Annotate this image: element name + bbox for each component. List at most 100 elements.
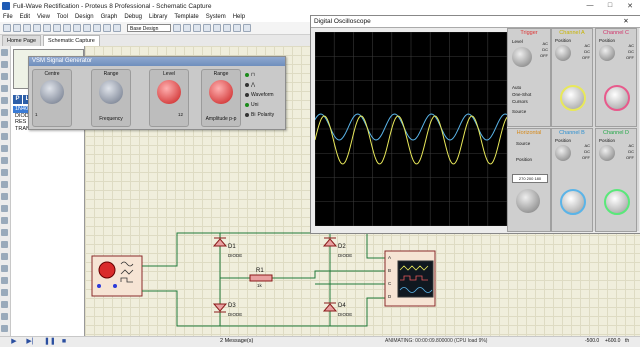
menu-view[interactable]: View [37, 14, 50, 20]
oscilloscope-window[interactable]: Digital Oscilloscope ✕ Trigger Level Aut… [310, 15, 640, 234]
menu-help[interactable]: Help [233, 14, 245, 20]
save-icon[interactable] [23, 24, 31, 32]
minimize-button[interactable]: — [580, 2, 600, 10]
junction-icon[interactable] [1, 73, 8, 80]
rotate-icon[interactable] [1, 313, 8, 320]
text-icon[interactable] [1, 277, 8, 284]
trigger-coupling-ac[interactable]: AC [542, 41, 548, 46]
zoom-out-icon[interactable] [233, 24, 241, 32]
channel-b-scale-knob[interactable] [560, 189, 586, 215]
channel-c-dc[interactable]: DC [628, 49, 634, 54]
channel-a-off[interactable]: OFF [582, 55, 590, 60]
tape-icon[interactable] [1, 169, 8, 176]
pin-icon[interactable] [1, 145, 8, 152]
waveform-led-icon[interactable] [245, 93, 249, 97]
trigger-coupling-off[interactable]: OFF [540, 53, 548, 58]
menu-tool[interactable]: Tool [57, 14, 68, 20]
tab-home-page[interactable]: Home Page [2, 35, 42, 46]
paste-icon[interactable] [213, 24, 221, 32]
channel-b-off[interactable]: OFF [582, 155, 590, 160]
menu-edit[interactable]: Edit [20, 14, 30, 20]
design-select[interactable]: Base Design [127, 24, 171, 32]
channel-b-dc[interactable]: DC [584, 149, 590, 154]
channel-d-position-knob[interactable] [599, 145, 615, 161]
channel-c-scale-knob[interactable] [604, 85, 630, 111]
undo-icon[interactable] [173, 24, 181, 32]
channel-c-ac[interactable]: AC [628, 43, 634, 48]
polarity-led-icon[interactable] [245, 113, 249, 117]
channel-c-off[interactable]: OFF [626, 55, 634, 60]
channel-a-dc[interactable]: DC [584, 49, 590, 54]
step-icon[interactable]: ▶| [26, 338, 34, 345]
instrument-icon[interactable] [1, 205, 8, 212]
play-icon[interactable]: ▶ [10, 338, 18, 345]
close-button[interactable]: ✕ [620, 2, 640, 10]
amplitude-knob[interactable] [209, 80, 233, 104]
message-count[interactable]: 2 Message(s) [220, 338, 253, 344]
stop-icon[interactable]: ■ [60, 338, 68, 345]
trigger-level-knob[interactable] [512, 47, 532, 67]
box-icon[interactable] [1, 229, 8, 236]
maximize-button[interactable]: □ [600, 2, 620, 10]
open-file-icon[interactable] [13, 24, 21, 32]
tab-schematic-capture[interactable]: Schematic Capture [43, 35, 100, 46]
channel-a-scale-knob[interactable] [560, 85, 586, 111]
redo-icon[interactable] [183, 24, 191, 32]
trigger-coupling-dc[interactable]: DC [542, 47, 548, 52]
menu-library[interactable]: Library [149, 14, 167, 20]
waveform-led-icon[interactable] [245, 83, 249, 87]
menu-file[interactable]: File [3, 14, 13, 20]
symbol-icon[interactable] [1, 289, 8, 296]
subcircuit-icon[interactable] [1, 121, 8, 128]
help-icon[interactable] [113, 24, 121, 32]
arc-icon[interactable] [1, 253, 8, 260]
timebase-knob[interactable] [516, 189, 540, 213]
channel-a-ac[interactable]: AC [584, 43, 590, 48]
wire-label-icon[interactable] [1, 85, 8, 92]
terminal-icon[interactable] [1, 133, 8, 140]
zoom-in-icon[interactable] [223, 24, 231, 32]
channel-a-position-knob[interactable] [555, 45, 571, 61]
signal-generator-window[interactable]: VSM Signal Generator Centre 1 Range Freq… [28, 56, 286, 130]
pause-icon[interactable]: ❚❚ [44, 338, 56, 345]
menu-graph[interactable]: Graph [101, 14, 118, 20]
menu-template[interactable]: Template [174, 14, 198, 20]
zoom-fit-icon[interactable] [243, 24, 251, 32]
channel-d-dc[interactable]: DC [628, 149, 634, 154]
path-icon[interactable] [1, 265, 8, 272]
marker-icon[interactable] [1, 301, 8, 308]
pick-devices-button[interactable]: P [13, 95, 22, 104]
pcb-icon[interactable] [63, 24, 71, 32]
line-icon[interactable] [1, 217, 8, 224]
cut-icon[interactable] [193, 24, 201, 32]
trigger-mode-cursors[interactable]: Cursors [512, 99, 528, 104]
trigger-mode-one-shot[interactable]: One-Shot [512, 92, 531, 97]
trigger-mode-auto[interactable]: Auto [512, 85, 521, 90]
close-project-icon[interactable] [33, 24, 41, 32]
oscilloscope-close-button[interactable]: ✕ [611, 16, 640, 27]
mirror-icon[interactable] [1, 325, 8, 332]
menu-design[interactable]: Design [75, 14, 94, 20]
channel-c-position-knob[interactable] [599, 45, 615, 61]
channel-d-off[interactable]: OFF [626, 155, 634, 160]
text-script-icon[interactable] [1, 97, 8, 104]
menu-system[interactable]: System [206, 14, 226, 20]
bus-icon[interactable] [1, 109, 8, 116]
polarity-led-icon[interactable] [245, 103, 249, 107]
circle-icon[interactable] [1, 241, 8, 248]
source-code-icon[interactable] [103, 24, 111, 32]
level-knob[interactable] [157, 80, 181, 104]
schematic-icon[interactable] [53, 24, 61, 32]
graph-icon[interactable] [1, 157, 8, 164]
channel-b-position-knob[interactable] [555, 145, 571, 161]
component-mode-icon[interactable] [1, 61, 8, 68]
channel-d-ac[interactable]: AC [628, 143, 634, 148]
home-icon[interactable] [43, 24, 51, 32]
waveform-led-icon[interactable] [245, 73, 249, 77]
new-file-icon[interactable] [3, 24, 11, 32]
gerber-icon[interactable] [83, 24, 91, 32]
select-mode-icon[interactable] [1, 49, 8, 56]
channel-d-scale-knob[interactable] [604, 189, 630, 215]
menu-debug[interactable]: Debug [124, 14, 142, 20]
frequency-knob[interactable] [99, 80, 123, 104]
